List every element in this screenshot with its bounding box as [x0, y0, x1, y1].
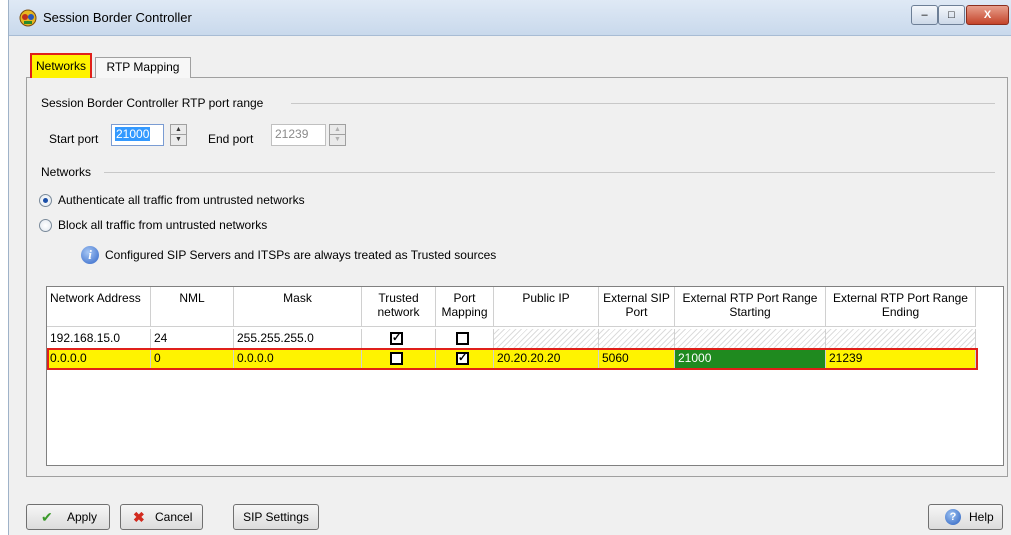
cell-rtp-end[interactable]	[826, 329, 976, 349]
header-text: Trusted	[378, 291, 419, 305]
cancel-label: Cancel	[155, 510, 193, 524]
cell-nml[interactable]: 0	[151, 349, 234, 369]
help-button[interactable]: ? Help	[928, 504, 1003, 530]
col-header-trusted-network[interactable]: Trusted network	[362, 287, 436, 327]
info-icon: i	[81, 246, 99, 264]
header-text: Port	[453, 291, 476, 305]
arrow-down-icon[interactable]: ▼	[171, 135, 186, 145]
authenticate-radio[interactable]	[39, 194, 52, 207]
col-header-external-sip-port[interactable]: External SIP Port	[599, 287, 675, 327]
trusted-checkbox[interactable]: ✓	[390, 332, 403, 345]
cell-rtp-end[interactable]: 21239	[826, 349, 976, 369]
cell-public-ip[interactable]	[494, 329, 599, 349]
header-text: Port	[625, 305, 648, 319]
cell-port-mapping[interactable]: ✓	[436, 349, 494, 369]
help-label: Help	[969, 510, 994, 524]
port-mapping-checkbox[interactable]	[456, 332, 469, 345]
tab-rtp-mapping[interactable]: RTP Mapping	[95, 57, 191, 78]
block-radio[interactable]	[39, 219, 52, 232]
networks-section-label: Networks	[41, 165, 92, 179]
header-text: Network Address	[50, 291, 141, 305]
cell-mask[interactable]: 0.0.0.0	[234, 349, 362, 369]
start-port-input[interactable]: 21000	[111, 124, 164, 146]
cell-network-address[interactable]: 192.168.15.0	[47, 329, 151, 349]
cell-network-address[interactable]: 0.0.0.0	[47, 349, 151, 369]
window-title: Session Border Controller	[43, 10, 192, 25]
apply-label: Apply	[67, 510, 98, 524]
tab-networks[interactable]: Networks	[30, 53, 93, 78]
col-header-nml[interactable]: NML	[151, 287, 234, 327]
header-text: Public IP	[522, 291, 570, 305]
port-mapping-checkbox[interactable]: ✓	[456, 352, 469, 365]
col-header-mask[interactable]: Mask	[234, 287, 362, 327]
help-icon: ?	[945, 509, 961, 525]
rtp-range-divider	[291, 103, 995, 104]
col-header-port-mapping[interactable]: Port Mapping	[436, 287, 494, 327]
header-text: NML	[179, 291, 205, 305]
authenticate-label[interactable]: Authenticate all traffic from untrusted …	[58, 193, 305, 207]
col-header-network-address[interactable]: Network Address	[47, 287, 151, 327]
cell-rtp-start[interactable]	[675, 329, 826, 349]
start-port-stepper[interactable]: ▲ ▼	[170, 124, 187, 146]
info-text: Configured SIP Servers and ITSPs are alw…	[105, 248, 497, 262]
start-port-label: Start port	[49, 132, 99, 146]
header-text: Mask	[283, 291, 312, 305]
cancel-button[interactable]: ✖ Cancel	[120, 504, 203, 530]
end-port-input[interactable]: 21239	[271, 124, 326, 146]
header-text: External RTP Port Range	[682, 291, 818, 305]
sip-settings-button[interactable]: SIP Settings	[233, 504, 319, 530]
header-text: External RTP Port Range	[833, 291, 968, 305]
maximize-button[interactable]: □	[938, 5, 965, 25]
col-header-public-ip[interactable]: Public IP	[494, 287, 599, 327]
trusted-checkbox[interactable]	[390, 352, 403, 365]
start-port-value: 21000	[115, 127, 151, 141]
title-bar: Session Border Controller – □ X	[9, 0, 1011, 36]
arrow-down-icon[interactable]: ▼	[330, 135, 345, 145]
end-port-value: 21239	[275, 127, 309, 141]
cell-trusted[interactable]	[362, 349, 436, 369]
close-button[interactable]: X	[966, 5, 1009, 25]
minimize-button[interactable]: –	[911, 5, 938, 25]
arrow-up-icon[interactable]: ▲	[330, 125, 345, 135]
header-text: Ending	[881, 305, 920, 319]
block-label[interactable]: Block all traffic from untrusted network…	[58, 218, 267, 232]
end-port-stepper[interactable]: ▲ ▼	[329, 124, 346, 146]
header-text: External SIP	[603, 291, 670, 305]
col-header-rtp-range-ending[interactable]: External RTP Port Range Ending	[826, 287, 976, 327]
arrow-up-icon[interactable]: ▲	[171, 125, 186, 135]
col-header-rtp-range-starting[interactable]: External RTP Port Range Starting	[675, 287, 826, 327]
cell-rtp-start[interactable]: 21000	[675, 349, 826, 369]
cross-icon: ✖	[133, 509, 145, 525]
networks-grid: Network Address NML Mask Trusted network…	[46, 286, 1004, 466]
apply-button[interactable]: ✔ Apply	[26, 504, 110, 530]
cell-mask[interactable]: 255.255.255.0	[234, 329, 362, 349]
cell-trusted[interactable]: ✓	[362, 329, 436, 349]
cell-external-sip-port[interactable]	[599, 329, 675, 349]
session-border-controller-window: Session Border Controller – □ X Networks…	[8, 0, 1011, 535]
cell-public-ip[interactable]: 20.20.20.20	[494, 349, 599, 369]
networks-divider	[104, 172, 995, 173]
header-text: Starting	[729, 305, 771, 319]
cell-nml[interactable]: 24	[151, 329, 234, 349]
rtp-range-section-label: Session Border Controller RTP port range	[41, 96, 264, 110]
header-text: network	[377, 305, 420, 319]
end-port-label: End port	[208, 132, 254, 146]
app-icon	[19, 9, 37, 27]
cell-external-sip-port[interactable]: 5060	[599, 349, 675, 369]
checkmark-icon: ✔	[41, 509, 53, 525]
header-text: Mapping	[441, 305, 488, 319]
cell-port-mapping[interactable]	[436, 329, 494, 349]
